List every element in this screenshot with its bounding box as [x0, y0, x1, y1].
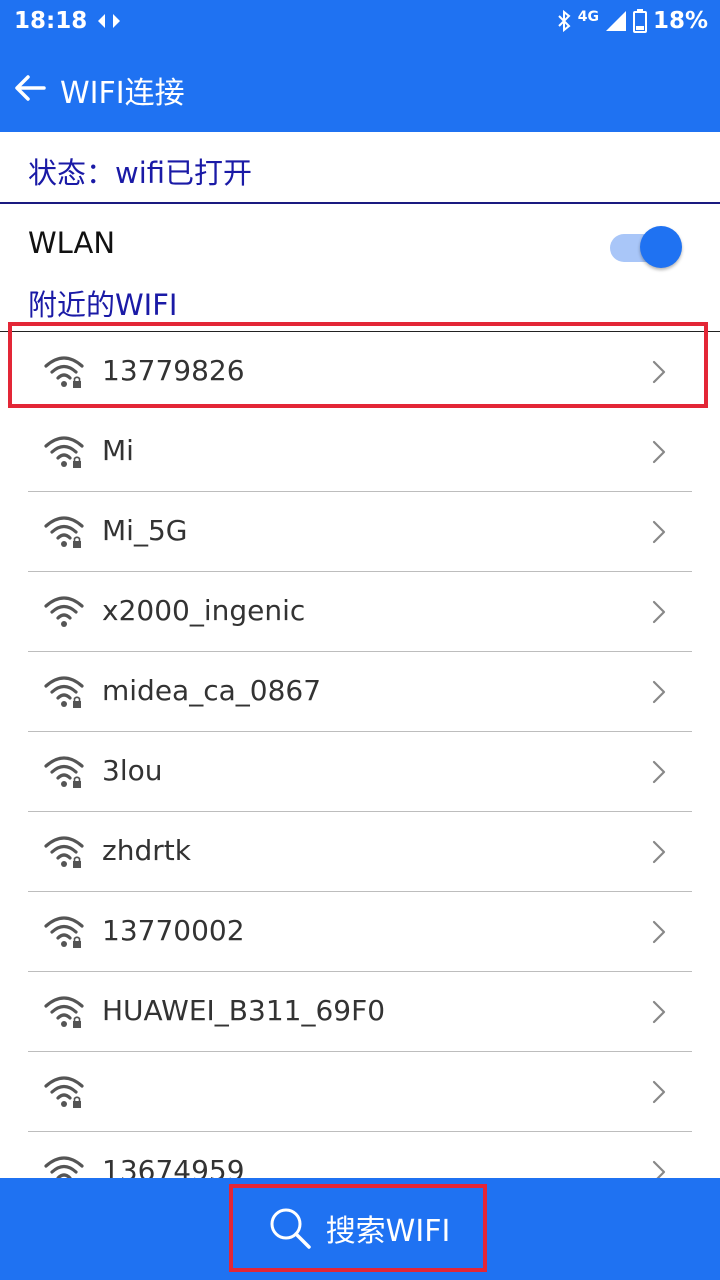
wifi-ssid: HUAWEI_B311_69F0	[102, 994, 386, 1027]
wifi-ssid: Mi_5G	[102, 514, 188, 547]
battery-icon	[632, 9, 647, 33]
wifi-list-item[interactable]: zhdrtk	[0, 812, 720, 892]
search-wifi-label: 搜索WIFI	[325, 1214, 451, 1249]
app-bar: WIFI连接	[0, 44, 720, 132]
wifi-ssid: x2000_ingenic	[102, 594, 306, 627]
divider	[0, 202, 720, 204]
wifi-locked-icon	[44, 836, 84, 868]
bottom-bar: 搜索WIFI	[0, 1178, 720, 1280]
chevron-right-icon	[652, 680, 666, 704]
wifi-locked-icon	[44, 676, 84, 708]
bluetooth-icon	[557, 9, 571, 33]
chevron-right-icon	[652, 920, 666, 944]
chevron-right-icon	[652, 840, 666, 864]
arrow-left-icon	[15, 75, 46, 101]
wifi-locked-icon	[44, 436, 84, 468]
chevron-right-icon	[652, 1080, 666, 1104]
wifi-status-text: 状态：wifi已打开	[28, 156, 253, 190]
wifi-ssid: 13770002	[102, 914, 245, 947]
wifi-ssid: zhdrtk	[102, 834, 191, 867]
chevron-right-icon	[652, 440, 666, 464]
wifi-ssid: Mi	[102, 434, 134, 467]
wlan-label: WLAN	[28, 226, 116, 260]
page-title: WIFI连接	[60, 76, 185, 111]
wifi-ssid: midea_ca_0867	[102, 674, 322, 707]
wifi-list-item[interactable]: 13770002	[0, 892, 720, 972]
wifi-locked-icon	[44, 516, 84, 548]
wifi-ssid: 3lou	[102, 754, 163, 787]
wifi-list-item[interactable]: 3lou	[0, 732, 720, 812]
nearby-wifi-heading: 附近的WIFI	[28, 288, 178, 322]
status-bar: 18:18 4G 18%	[0, 0, 720, 44]
search-wifi-button[interactable]: 搜索WIFI	[229, 1184, 487, 1272]
chevron-right-icon	[652, 1000, 666, 1024]
chevron-right-icon	[652, 760, 666, 784]
toggle-thumb	[640, 226, 682, 268]
wifi-locked-icon	[44, 996, 84, 1028]
battery-level: 18%	[652, 8, 708, 34]
wifi-locked-icon	[44, 756, 84, 788]
network-type: 4G	[577, 9, 599, 25]
chevron-right-icon	[652, 520, 666, 544]
wifi-list-item[interactable]: Mi_5G	[0, 492, 720, 572]
wifi-locked-icon	[44, 916, 84, 948]
wifi-list: 13779826 Mi Mi_5G x2000_ingenic midea_ca_086…	[0, 332, 720, 1212]
wlan-toggle[interactable]	[610, 226, 682, 270]
wifi-list-item[interactable]: Mi	[0, 412, 720, 492]
search-icon	[270, 1208, 311, 1249]
wifi-locked-icon	[44, 1076, 84, 1108]
wifi-list-item[interactable]: HUAWEI_B311_69F0	[0, 972, 720, 1052]
wifi-list-item[interactable]: x2000_ingenic	[0, 572, 720, 652]
wifi-list-item[interactable]: midea_ca_0867	[0, 652, 720, 732]
wifi-list-item[interactable]	[0, 1052, 720, 1132]
back-button[interactable]	[8, 66, 52, 110]
status-indicators: 4G 18%	[556, 8, 708, 34]
status-time: 18:18	[14, 8, 88, 34]
wifi-icon	[44, 596, 84, 627]
highlight-box	[8, 322, 708, 408]
chevron-right-icon	[652, 600, 666, 624]
signal-icon	[605, 11, 626, 31]
data-transfer-icon	[98, 14, 120, 28]
